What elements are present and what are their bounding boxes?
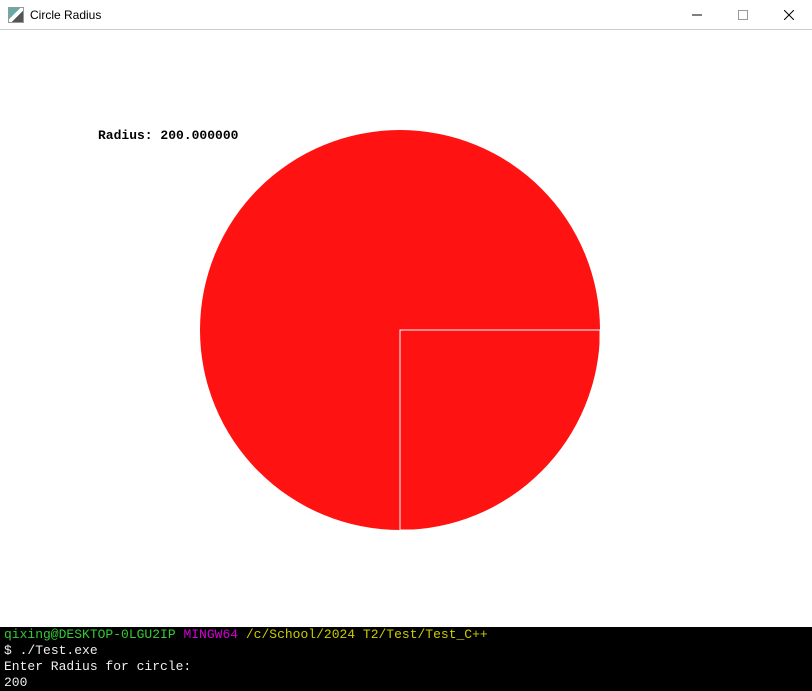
minimize-button[interactable]	[674, 0, 720, 29]
app-window: Circle Radius Radius: 200.000000	[0, 0, 812, 627]
terminal-user-host: qixing@DESKTOP-0LGU2IP	[4, 627, 176, 642]
terminal-shell: MINGW64	[183, 627, 238, 642]
minimize-icon	[692, 10, 702, 20]
maximize-icon	[738, 10, 748, 20]
terminal-output-line: Enter Radius for circle:	[4, 659, 191, 674]
window-title: Circle Radius	[30, 8, 674, 22]
maximize-button[interactable]	[720, 0, 766, 29]
window-controls	[674, 0, 812, 29]
canvas-area: Radius: 200.000000	[0, 30, 812, 627]
close-icon	[784, 10, 794, 20]
terminal-cwd: /c/School/2024 T2/Test/Test_C++	[246, 627, 488, 642]
terminal-command: ./Test.exe	[20, 643, 98, 658]
circle-drawing	[200, 130, 600, 530]
terminal-prompt-symbol: $	[4, 643, 12, 658]
terminal[interactable]: qixing@DESKTOP-0LGU2IP MINGW64 /c/School…	[0, 627, 812, 691]
close-button[interactable]	[766, 0, 812, 29]
terminal-input-value: 200	[4, 675, 27, 690]
app-icon	[8, 7, 24, 23]
titlebar: Circle Radius	[0, 0, 812, 30]
